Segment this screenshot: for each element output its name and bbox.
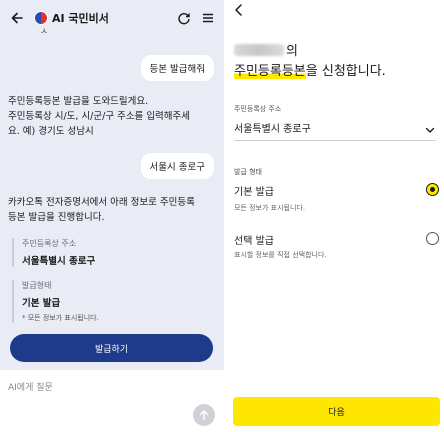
arrow-up-icon bbox=[199, 410, 209, 420]
form-title-highlight: 주민등록등본 bbox=[234, 64, 306, 79]
issue-type-label: 발급 형태 bbox=[234, 168, 262, 176]
form-title-suffix: 의 bbox=[286, 44, 298, 59]
chat-header: AI 국민비서 bbox=[0, 0, 224, 36]
certificate-form-panel: 의 주민등록등본을 신청합니다. 주민등록상 주소 서울특별시 종로구 발급 형… bbox=[224, 0, 444, 432]
user-message-2: 서울시 종로구 bbox=[140, 153, 214, 179]
option-basic-title[interactable]: 기본 발급 bbox=[234, 183, 274, 198]
summary-type-label: 발급형태 bbox=[22, 281, 52, 290]
chat-title: AI 국민비서 bbox=[52, 12, 109, 25]
summary-issue-type: 발급형태 기본 발급 * 모든 정보가 표시됩니다. bbox=[12, 280, 212, 323]
form-title-rest: 을 신청합니다. bbox=[305, 64, 386, 79]
refresh-icon[interactable] bbox=[176, 10, 192, 26]
cut-off-text: ㅅ bbox=[40, 27, 49, 37]
bot-message-2: 카카오톡 전자증명서에서 아래 정보로 주민등록 등본 발급을 진행합니다. bbox=[8, 195, 218, 225]
bot-message-line: 요. 예) 경기도 성남시 bbox=[8, 126, 94, 137]
form-title-line-1: 의 bbox=[234, 40, 298, 59]
summary-type-value: 기본 발급 bbox=[22, 298, 61, 309]
blurred-name bbox=[234, 43, 284, 56]
send-button[interactable] bbox=[193, 404, 215, 426]
address-field-value[interactable]: 서울특별시 종로구 bbox=[234, 120, 311, 135]
apply-button[interactable]: 발급하기 bbox=[10, 334, 213, 362]
chevron-down-icon[interactable] bbox=[424, 121, 436, 133]
address-field-underline bbox=[234, 140, 436, 141]
chat-panel: AI 국민비서 ㅅ 등본 발급해줘 주민등록등본 발급을 도와드릴게요. 주민등… bbox=[0, 0, 224, 432]
chat-input[interactable]: AI에게 질문 bbox=[0, 370, 224, 432]
address-field-label: 주민등록상 주소 bbox=[234, 105, 282, 113]
summary-type-note: * 모든 정보가 표시됩니다. bbox=[22, 314, 99, 322]
summary-address-value: 서울특별시 종로구 bbox=[22, 256, 96, 267]
bot-message-line: 카카오톡 전자증명서에서 아래 정보로 주민등록 bbox=[8, 197, 195, 208]
option-basic-subtitle: 모든 정보가 표시됩니다. bbox=[234, 204, 306, 212]
summary-address-label: 주민등록상 주소 bbox=[22, 239, 77, 248]
summary-address: 주민등록상 주소 서울특별시 종로구 bbox=[12, 238, 212, 267]
ai-assistant-logo-icon bbox=[34, 11, 48, 25]
bot-message-1: 주민등록등본 발급을 도와드릴게요. 주민등록상 시/도, 시/군/구 주소를 … bbox=[8, 94, 218, 139]
option-select-subtitle: 표시할 정보를 직접 선택합니다. bbox=[234, 251, 327, 259]
bot-message-line: 등본 발급을 진행합니다. bbox=[8, 212, 105, 223]
option-select-radio[interactable] bbox=[426, 232, 439, 245]
back-arrow-icon[interactable] bbox=[8, 9, 26, 27]
form-title-line-2: 주민등록등본을 신청합니다. bbox=[234, 60, 386, 79]
user-message-1: 등본 발급해줘 bbox=[140, 55, 214, 81]
bot-message-line: 주민등록등본 발급을 도와드릴게요. bbox=[8, 96, 149, 107]
option-basic-radio[interactable] bbox=[426, 183, 439, 196]
back-chevron-icon[interactable] bbox=[232, 2, 246, 16]
chat-input-placeholder: AI에게 질문 bbox=[8, 383, 53, 393]
next-button[interactable]: 다음 bbox=[233, 397, 440, 426]
bot-message-line: 주민등록상 시/도, 시/군/구 주소를 입력해주세 bbox=[8, 111, 191, 122]
option-select-title[interactable]: 선택 발급 bbox=[234, 232, 274, 247]
menu-icon[interactable] bbox=[200, 10, 216, 26]
